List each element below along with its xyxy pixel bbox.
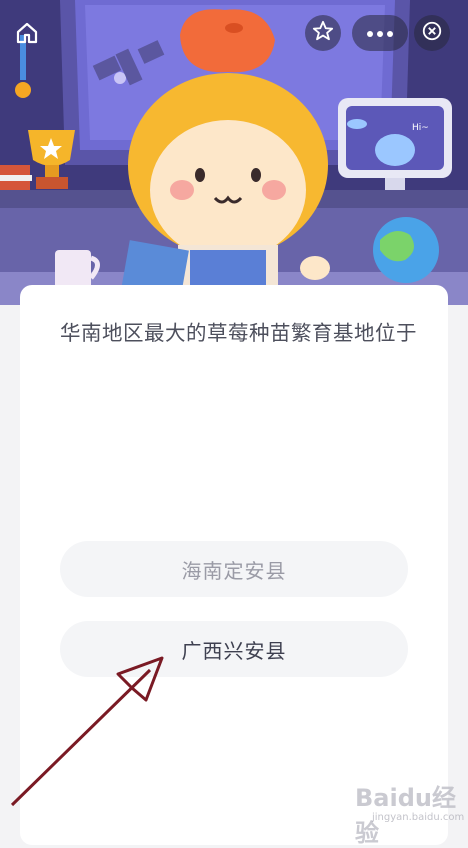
star-icon: [312, 20, 334, 46]
more-icon: [365, 24, 395, 43]
more-button[interactable]: [352, 15, 408, 51]
svg-text:Hi~: Hi~: [412, 123, 429, 133]
close-button[interactable]: [414, 15, 450, 51]
favorite-button[interactable]: [305, 15, 341, 51]
home-button[interactable]: [10, 18, 44, 52]
home-icon: [15, 21, 39, 49]
annotation-arrow: [10, 656, 164, 807]
watermark-url: jingyan.baidu.com: [372, 812, 465, 823]
close-icon: [421, 20, 443, 46]
question-text: 华南地区最大的草莓种苗繁育基地位于: [60, 321, 417, 345]
answer-option-1[interactable]: 海南定安县: [60, 541, 408, 597]
